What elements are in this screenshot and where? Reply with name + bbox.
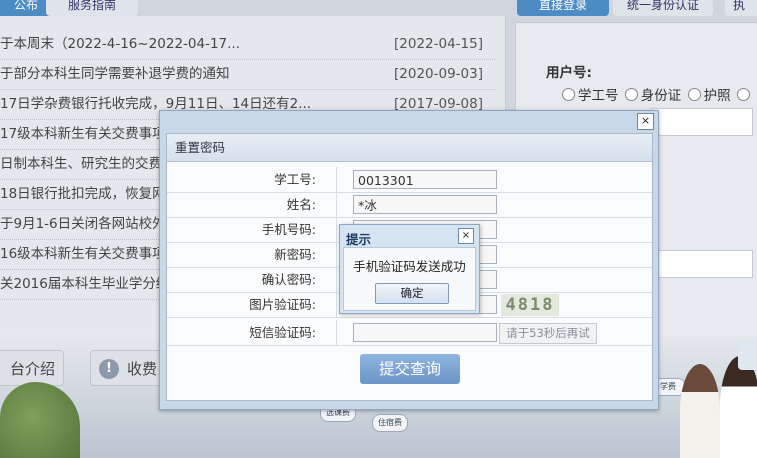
sms-code-field[interactable]	[353, 323, 497, 342]
tab-direct-login[interactable]: 直接登录	[517, 0, 610, 16]
close-icon[interactable]: ×	[458, 228, 474, 244]
news-title[interactable]: 18日银行批扣完成，恢复网	[0, 180, 166, 209]
tip-dialog: 提示 × 手机验证码发送成功 确定	[339, 224, 480, 314]
field-label: 手机号码:	[167, 217, 337, 242]
tab-service-guide[interactable]: 服务指南	[46, 0, 139, 16]
radio-other[interactable]	[736, 88, 750, 101]
field-label: 短信验证码:	[167, 320, 337, 345]
speech-bubble-illustration	[738, 340, 757, 370]
news-title[interactable]: 于本周末（2022-4-16~2022-04-17...	[0, 30, 240, 59]
form-row-sms-code: 短信验证码: 请于53秒后再试	[167, 320, 652, 346]
submit-button[interactable]: 提交查询	[360, 354, 460, 384]
student-illustration	[680, 364, 720, 458]
radio-label: 身份证	[640, 88, 682, 104]
username-input[interactable]	[651, 108, 753, 136]
radio-staff-id[interactable]	[562, 88, 575, 101]
student-illustration	[720, 356, 757, 458]
form-row-name: 姓名: *冰	[167, 192, 652, 218]
news-title[interactable]: 日制本科生、研究生的交费	[0, 150, 162, 179]
form-row-staff-id: 学工号: 0013301	[167, 167, 652, 193]
news-date: [2022-04-15]	[388, 30, 483, 59]
radio-passport[interactable]	[687, 88, 701, 101]
name-field[interactable]: *冰	[353, 195, 497, 214]
tip-body: 手机验证码发送成功 确定	[343, 247, 476, 311]
tree-illustration	[0, 382, 80, 458]
news-title[interactable]: 16级本科新生有关交费事项	[0, 240, 166, 269]
radio-id-card[interactable]	[624, 88, 638, 101]
fee-button[interactable]: ! 收费	[90, 350, 170, 386]
login-tab-bar: 直接登录 统一身份认证 执收	[515, 0, 757, 42]
news-title[interactable]: 关2016届本科生毕业学分结	[0, 270, 169, 299]
dialog-title: 重置密码	[167, 134, 652, 162]
news-item[interactable]: 于本周末（2022-4-16~2022-04-17... [2022-04-15]	[0, 30, 495, 60]
id-type-radio-group: 学工号 身份证 护照	[560, 84, 753, 104]
password-input[interactable]	[651, 250, 753, 278]
tip-message: 手机验证码发送成功	[353, 259, 466, 274]
staff-id-field[interactable]: 0013301	[353, 170, 497, 189]
captcha-image[interactable]: 4818	[501, 294, 559, 316]
field-label: 新密码:	[167, 242, 337, 267]
radio-label: 学工号	[578, 88, 619, 104]
send-sms-button[interactable]: 请于53秒后再试	[499, 323, 597, 344]
field-label: 学工号:	[167, 167, 337, 192]
field-label: 图片验证码:	[167, 292, 337, 317]
news-date: [2020-09-03]	[388, 60, 483, 89]
news-title[interactable]: 于部分本科生同学需要补退学费的通知	[0, 60, 230, 89]
news-title[interactable]: 17级本科新生有关交费事项	[0, 120, 166, 149]
radio-label: 护照	[703, 88, 731, 104]
tab-unified-auth[interactable]: 统一身份认证	[613, 0, 714, 16]
left-tab-bar: 公布 服务指南	[0, 0, 505, 16]
field-label: 姓名:	[167, 192, 337, 217]
tab-collector[interactable]: 执收	[725, 0, 757, 42]
ok-button[interactable]: 确定	[375, 283, 449, 304]
news-item[interactable]: 于部分本科生同学需要补退学费的通知 [2020-09-03]	[0, 60, 495, 90]
news-title[interactable]: 于9月1-6日关闭各网站校外	[0, 210, 166, 239]
fee-button-label: 收费	[127, 360, 158, 378]
close-icon[interactable]: ×	[637, 113, 654, 130]
exclamation-icon: !	[99, 359, 119, 379]
tip-title: 提示	[346, 232, 372, 247]
field-label: 确认密码:	[167, 267, 337, 292]
platform-intro-button[interactable]: 台介绍	[0, 350, 64, 386]
user-id-label: 用户号:	[546, 65, 592, 81]
bubble-dorm-fee: 住宿费	[372, 414, 408, 432]
